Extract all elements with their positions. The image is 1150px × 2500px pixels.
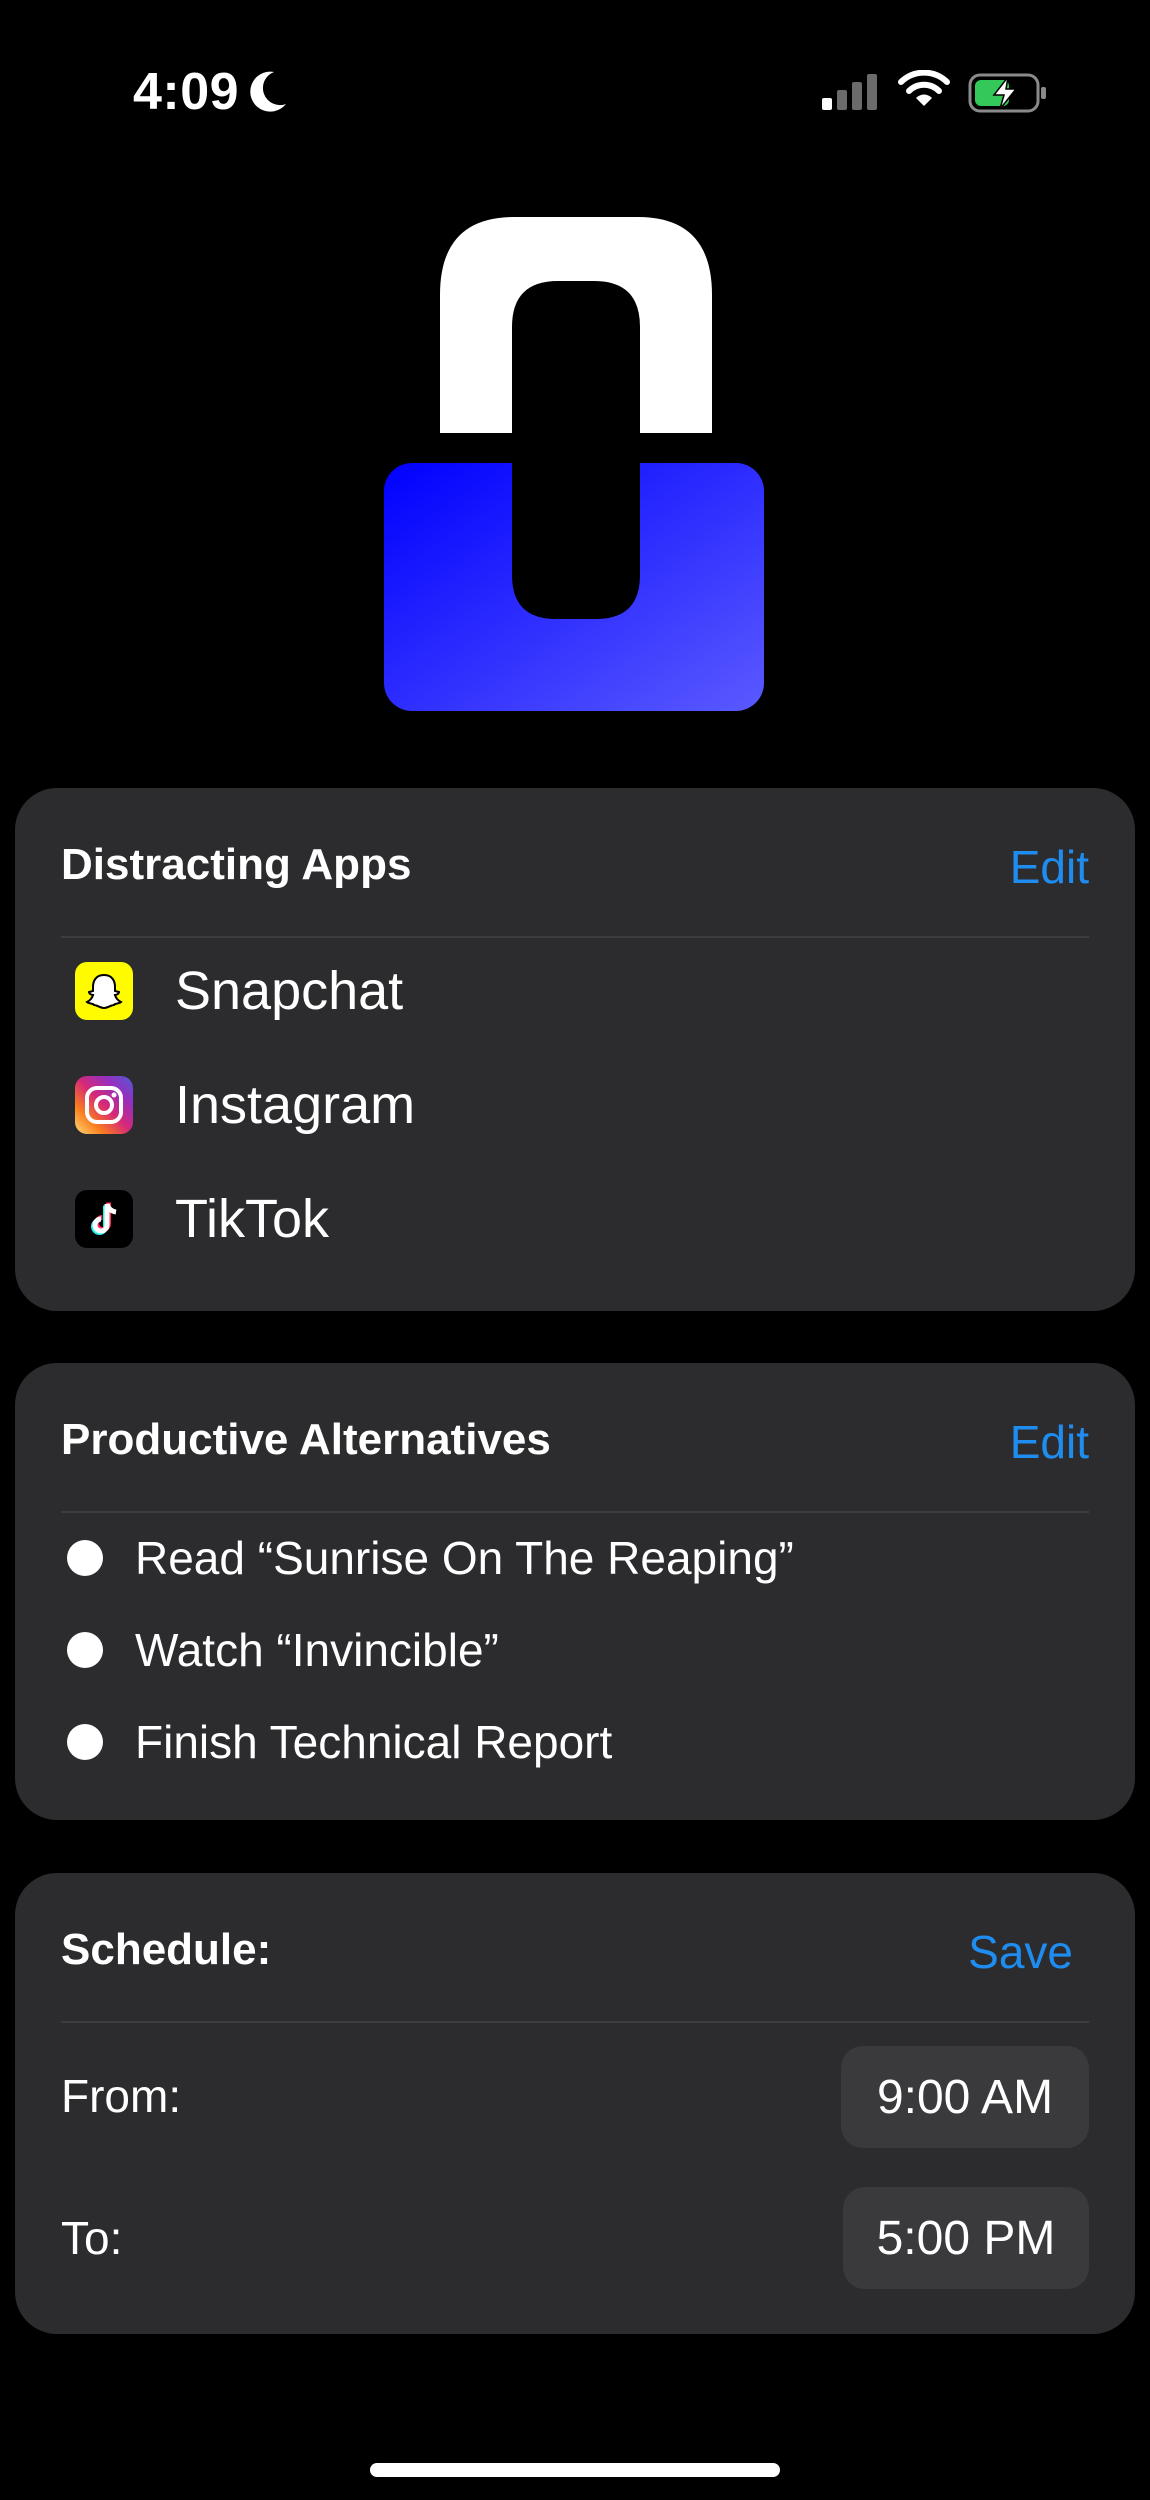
- app-row-instagram[interactable]: Instagram: [75, 1070, 415, 1140]
- from-time-picker[interactable]: 9:00 AM: [841, 2046, 1089, 2148]
- schedule-title: Schedule:: [61, 1925, 272, 1974]
- app-row-snapchat[interactable]: Snapchat: [75, 956, 403, 1026]
- instagram-icon: [75, 1076, 133, 1134]
- edit-alternatives-button[interactable]: Edit: [1010, 1415, 1089, 1469]
- tiktok-icon: [75, 1190, 133, 1248]
- card-header: Schedule: Save: [61, 1873, 1089, 2023]
- list-item[interactable]: Finish Technical Report: [67, 1715, 612, 1769]
- card-header: Distracting Apps Edit: [61, 788, 1089, 938]
- list-item[interactable]: Read “Sunrise On The Reaping”: [67, 1531, 794, 1585]
- alternative-text: Finish Technical Report: [135, 1716, 613, 1768]
- to-time-picker[interactable]: 5:00 PM: [843, 2187, 1089, 2289]
- save-button[interactable]: Save: [968, 1925, 1073, 1979]
- snapchat-icon: [75, 962, 133, 1020]
- battery-charging-icon: [968, 73, 1046, 113]
- app-name: TikTok: [175, 1189, 330, 1249]
- alternative-text: Read “Sunrise On The Reaping”: [135, 1532, 794, 1584]
- cellular-signal-icon: [822, 74, 877, 110]
- bullet-icon: [67, 1632, 103, 1668]
- card-header: Productive Alternatives Edit: [61, 1363, 1089, 1513]
- list-item[interactable]: Watch “Invincible”: [67, 1623, 499, 1677]
- bullet-icon: [67, 1724, 103, 1760]
- home-indicator[interactable]: [370, 2463, 780, 2477]
- status-time: 4:09: [133, 63, 240, 121]
- schedule-card: Schedule: Save From: 9:00 AM To: 5:00 PM: [15, 1873, 1135, 2334]
- to-label: To:: [61, 2212, 123, 2264]
- moon-icon: [250, 71, 286, 112]
- distracting-apps-card: Distracting Apps Edit Snapchat Instagram: [15, 788, 1135, 1311]
- edit-apps-button[interactable]: Edit: [1010, 840, 1089, 894]
- productive-alternatives-card: Productive Alternatives Edit Read “Sunri…: [15, 1363, 1135, 1820]
- alternative-text: Watch “Invincible”: [135, 1624, 499, 1676]
- distracting-apps-title: Distracting Apps: [61, 840, 412, 889]
- bullet-icon: [67, 1540, 103, 1576]
- app-name: Instagram: [175, 1075, 416, 1135]
- wifi-icon: [898, 70, 950, 106]
- lock-icon: [384, 217, 764, 711]
- productive-alternatives-title: Productive Alternatives: [61, 1415, 551, 1464]
- app-name: Snapchat: [175, 961, 404, 1021]
- app-row-tiktok[interactable]: TikTok: [75, 1184, 329, 1254]
- from-label: From:: [61, 2070, 182, 2122]
